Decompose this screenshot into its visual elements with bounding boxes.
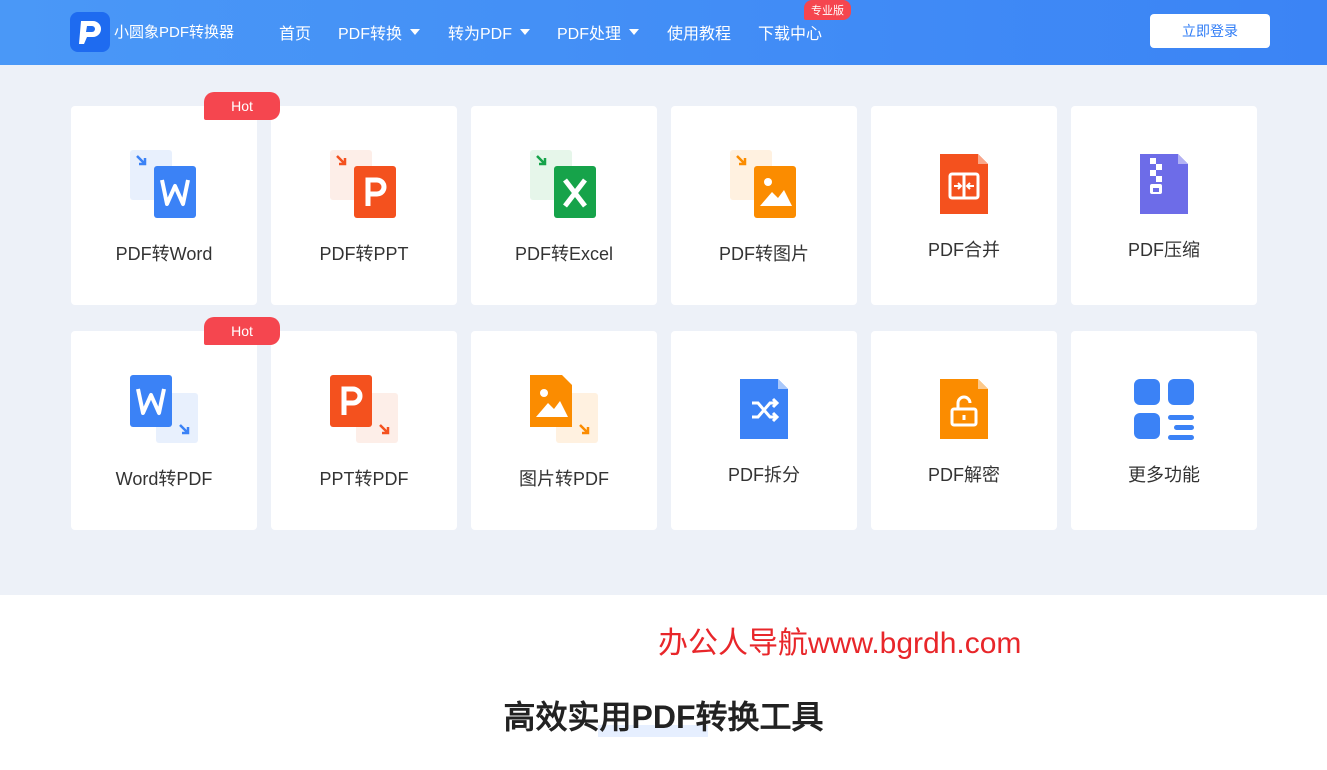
- pdf-to-excel-icon: [528, 148, 600, 220]
- pdf-compress-icon: [1128, 148, 1200, 220]
- pro-badge: 专业版: [804, 0, 851, 20]
- tool-label: PDF解密: [928, 465, 1000, 485]
- tool-label: PDF拆分: [728, 465, 800, 485]
- tool-label: PPT转PDF: [319, 469, 409, 489]
- pdf-merge-icon: [928, 148, 1000, 220]
- pdf-to-word-icon: [128, 148, 200, 220]
- section-title: 高效实用PDF转换工具: [503, 699, 824, 735]
- tool-card-pdf-merge[interactable]: PDF合并: [871, 106, 1057, 305]
- tool-card-pdf-to-image[interactable]: PDF转图片: [671, 106, 857, 305]
- pdf-to-ppt-icon: [328, 148, 400, 220]
- hot-badge: Hot: [204, 92, 280, 120]
- tool-card-word-to-pdf[interactable]: Word转PDF: [71, 331, 257, 530]
- tool-card-more-features[interactable]: 更多功能: [1071, 331, 1257, 530]
- ppt-to-pdf-icon: [328, 373, 400, 445]
- login-button[interactable]: 立即登录: [1150, 14, 1270, 48]
- nav-download-label: 下载中心: [758, 26, 823, 43]
- tool-label: PDF压缩: [1128, 240, 1200, 260]
- tool-label: PDF转Excel: [514, 244, 613, 264]
- nav-tutorial[interactable]: 使用教程: [667, 20, 731, 44]
- tool-card-pdf-decrypt[interactable]: PDF解密: [871, 331, 1057, 530]
- pdf-to-image-icon: [728, 148, 800, 220]
- tool-card-pdf-to-excel[interactable]: PDF转Excel: [471, 106, 657, 305]
- tool-label: PDF转Word: [115, 244, 213, 264]
- nav-pdf-process-label: PDF处理: [557, 26, 622, 43]
- nav-to-pdf-label: 转为PDF: [448, 26, 513, 43]
- tools-section: Hot PDF转Word PDF转PPT PDF转Excel PDF转图片 PD…: [0, 65, 1327, 595]
- word-to-pdf-icon: [128, 373, 200, 445]
- watermark-text: 办公人导航www.bgrdh.com: [658, 627, 1022, 660]
- tool-label: PDF合并: [928, 240, 1000, 260]
- nav-download[interactable]: 下载中心: [758, 20, 822, 44]
- pdf-split-icon: [728, 373, 800, 445]
- tool-card-pdf-split[interactable]: PDF拆分: [671, 331, 857, 530]
- chevron-down-icon: [520, 29, 531, 35]
- more-features-icon: [1128, 373, 1200, 445]
- nav-pdf-process[interactable]: PDF处理: [557, 20, 640, 44]
- tool-label: 图片转PDF: [519, 469, 609, 489]
- tool-label: PDF转PPT: [319, 244, 409, 264]
- tool-card-pdf-to-word[interactable]: PDF转Word: [71, 106, 257, 305]
- tool-label: PDF转图片: [719, 244, 809, 264]
- image-to-pdf-icon: [528, 373, 600, 445]
- tool-card-pdf-to-ppt[interactable]: PDF转PPT: [271, 106, 457, 305]
- nav-home[interactable]: 首页: [279, 20, 311, 44]
- tool-card-image-to-pdf[interactable]: 图片转PDF: [471, 331, 657, 530]
- chevron-down-icon: [629, 29, 640, 35]
- tool-label: Word转PDF: [115, 469, 213, 489]
- brand-name[interactable]: 小圆象PDF转换器: [114, 21, 234, 42]
- brand-logo-icon[interactable]: [70, 12, 110, 52]
- nav-pdf-convert[interactable]: PDF转换: [338, 20, 421, 44]
- nav-pdf-convert-label: PDF转换: [338, 26, 403, 43]
- tool-card-pdf-compress[interactable]: PDF压缩: [1071, 106, 1257, 305]
- nav-to-pdf[interactable]: 转为PDF: [448, 20, 531, 44]
- tool-label: 更多功能: [1128, 465, 1200, 485]
- pdf-decrypt-icon: [928, 373, 1000, 445]
- hot-badge: Hot: [204, 317, 280, 345]
- chevron-down-icon: [410, 29, 421, 35]
- nav-home-label: 首页: [279, 26, 312, 43]
- nav-tutorial-label: 使用教程: [667, 26, 732, 43]
- tool-card-ppt-to-pdf[interactable]: PPT转PDF: [271, 331, 457, 530]
- top-header: 小圆象PDF转换器 首页 PDF转换 转为PDF PDF处理 使用教程 下载中心…: [0, 0, 1327, 65]
